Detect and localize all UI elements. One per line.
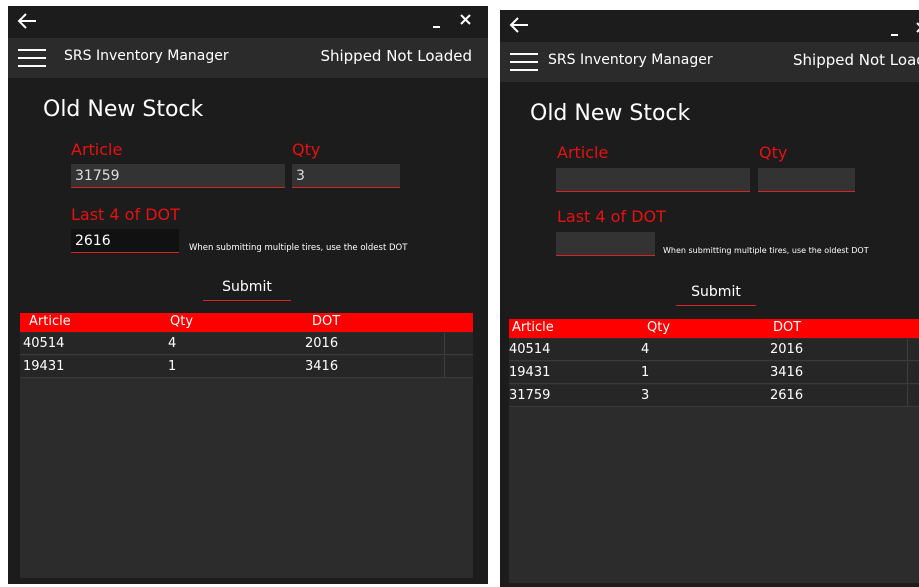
grid-header: Article Qty DOT: [509, 319, 919, 338]
dot-hint: When submitting multiple tires, use the …: [189, 243, 408, 253]
column-header-qty[interactable]: Qty: [647, 320, 670, 335]
app-bar: SRS Inventory Manager Shipped Not Loaded: [8, 38, 488, 78]
status-label: Shipped Not Loaded: [793, 51, 919, 69]
back-button[interactable]: [506, 12, 532, 38]
row-divider: [444, 333, 445, 355]
menu-button[interactable]: [510, 52, 538, 72]
dot-label: Last 4 of DOT: [557, 207, 666, 226]
hamburger-icon: [18, 49, 46, 67]
menu-button[interactable]: [18, 48, 46, 68]
dot-input[interactable]: [556, 232, 655, 256]
column-header-article[interactable]: Article: [29, 314, 71, 329]
stock-grid: Article Qty DOT 40514 4 2016 19431 1 341…: [20, 313, 473, 578]
back-button[interactable]: [14, 8, 40, 34]
dot-label: Last 4 of DOT: [71, 205, 180, 224]
cell-article: 19431: [23, 359, 65, 374]
page-title: Old New Stock: [530, 101, 691, 126]
arrow-left-icon: [509, 17, 528, 33]
row-divider: [907, 339, 908, 361]
article-input[interactable]: [556, 168, 750, 192]
dot-hint: When submitting multiple tires, use the …: [663, 246, 869, 255]
close-icon: [460, 14, 471, 25]
table-row[interactable]: 19431 1 3416: [20, 356, 473, 378]
cell-dot: 3416: [305, 359, 339, 374]
article-label: Article: [71, 140, 123, 159]
hamburger-icon: [510, 53, 538, 71]
cell-article: 19431: [509, 365, 551, 380]
column-header-dot[interactable]: DOT: [773, 320, 801, 335]
table-row[interactable]: 40514 4 2016: [509, 339, 919, 361]
cell-dot: 3416: [770, 365, 804, 380]
row-divider: [907, 385, 908, 407]
app-bar: SRS Inventory Manager Shipped Not Loaded: [500, 42, 919, 82]
dot-input[interactable]: [71, 229, 179, 253]
app-window-before: SRS Inventory Manager Shipped Not Loaded…: [8, 6, 488, 584]
table-row[interactable]: 31759 3 2616: [509, 385, 919, 407]
title-bar: [500, 10, 919, 40]
close-button[interactable]: [456, 10, 476, 30]
submit-button[interactable]: Submit: [676, 278, 756, 306]
stock-grid: Article Qty DOT 40514 4 2016 19431 1 341…: [509, 319, 919, 583]
minimize-icon: [433, 26, 440, 28]
cell-qty: 4: [641, 342, 650, 357]
app-title: SRS Inventory Manager: [548, 52, 713, 68]
minimize-button[interactable]: [428, 14, 448, 34]
cell-dot: 2616: [770, 388, 804, 403]
title-bar: [8, 6, 488, 36]
table-row[interactable]: 40514 4 2016: [20, 333, 473, 355]
cell-article: 40514: [23, 336, 65, 351]
row-divider: [444, 356, 445, 378]
page-title: Old New Stock: [43, 97, 204, 122]
column-header-article[interactable]: Article: [512, 320, 554, 335]
qty-label: Qty: [759, 143, 788, 162]
cell-article: 40514: [509, 342, 551, 357]
article-input[interactable]: [71, 164, 285, 188]
qty-input[interactable]: [758, 168, 855, 192]
status-label: Shipped Not Loaded: [320, 47, 472, 65]
cell-qty: 4: [168, 336, 177, 351]
grid-header: Article Qty DOT: [20, 313, 473, 332]
row-divider: [907, 362, 908, 384]
cell-qty: 1: [168, 359, 177, 374]
app-title: SRS Inventory Manager: [64, 48, 229, 64]
cell-article: 31759: [509, 388, 551, 403]
cell-qty: 3: [641, 388, 650, 403]
arrow-left-icon: [17, 13, 36, 29]
cell-qty: 1: [641, 365, 650, 380]
table-row[interactable]: 19431 1 3416: [509, 362, 919, 384]
qty-label: Qty: [292, 140, 321, 159]
article-label: Article: [557, 143, 609, 162]
close-button[interactable]: [912, 18, 919, 38]
minimize-button[interactable]: [886, 22, 906, 42]
cell-dot: 2016: [305, 336, 339, 351]
cell-dot: 2016: [770, 342, 804, 357]
minimize-icon: [891, 34, 898, 36]
close-icon: [916, 22, 919, 33]
column-header-dot[interactable]: DOT: [312, 314, 340, 329]
qty-input[interactable]: [292, 164, 400, 188]
column-header-qty[interactable]: Qty: [170, 314, 193, 329]
app-window-after: SRS Inventory Manager Shipped Not Loaded…: [500, 10, 919, 587]
submit-button[interactable]: Submit: [203, 273, 291, 301]
